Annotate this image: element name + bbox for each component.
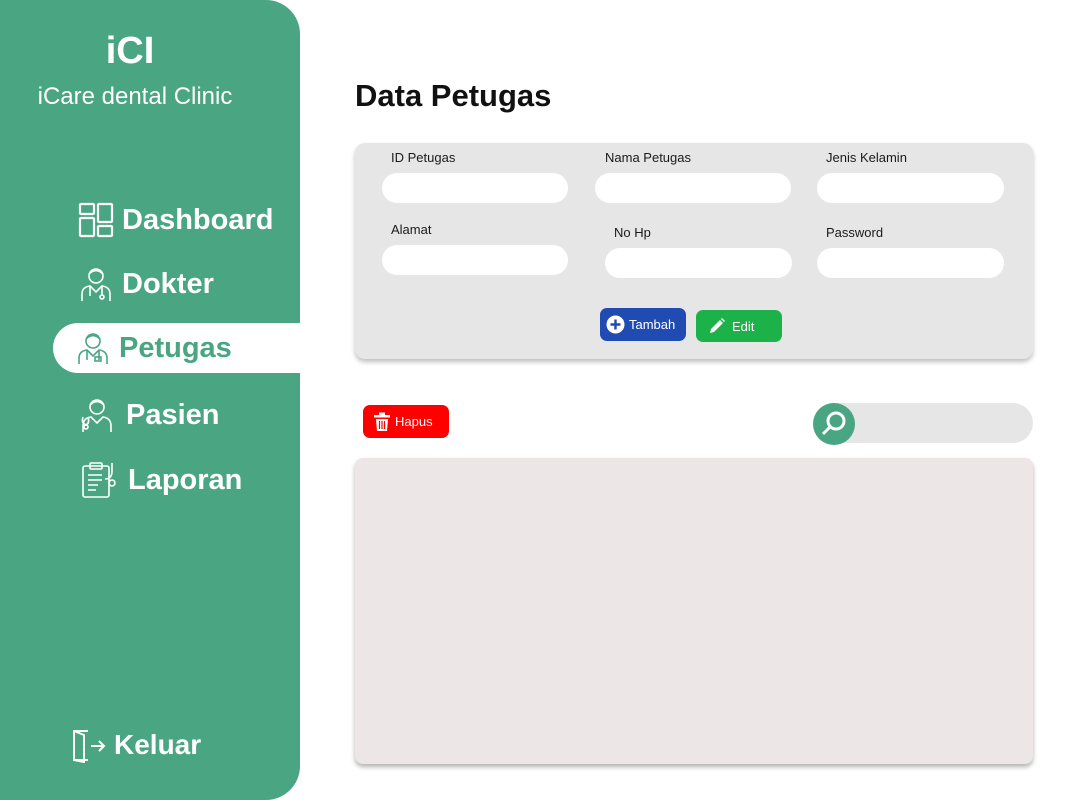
logout-label: Keluar xyxy=(114,729,202,760)
jenis-kelamin-label: Jenis Kelamin xyxy=(826,150,907,165)
sidebar: iCI iCare dental Clinic Dashboard Dokter… xyxy=(0,0,300,800)
sidebar-item-label: Dashboard xyxy=(122,203,274,236)
sidebar-item-label: Petugas xyxy=(119,331,232,364)
logout-door-icon xyxy=(70,727,106,763)
staff-form-card: ID Petugas Nama Petugas Jenis Kelamin Al… xyxy=(355,143,1033,359)
sidebar-item-dashboard[interactable]: Dashboard xyxy=(78,202,273,238)
trash-icon xyxy=(373,412,391,432)
doctor-icon xyxy=(78,266,114,302)
password-input[interactable] xyxy=(817,248,1004,278)
search-icon xyxy=(820,410,848,438)
hapus-button[interactable]: Hapus xyxy=(363,405,449,438)
sidebar-item-dokter[interactable]: Dokter xyxy=(78,266,214,302)
dashboard-grid-icon xyxy=(78,202,114,238)
id-petugas-input[interactable] xyxy=(382,173,568,203)
password-label: Password xyxy=(826,225,884,240)
plus-circle-icon xyxy=(606,315,625,334)
logout-button[interactable]: Keluar xyxy=(70,727,201,763)
tambah-button[interactable]: Tambah xyxy=(600,308,686,341)
alamat-input[interactable] xyxy=(382,245,568,275)
brand-name: iCare dental Clinic xyxy=(37,83,233,110)
sidebar-item-label: Pasien xyxy=(126,398,220,431)
tambah-label: Tambah xyxy=(629,317,676,332)
staff-data-table[interactable] xyxy=(355,458,1033,764)
hapus-label: Hapus xyxy=(395,414,433,429)
edit-label: Edit xyxy=(732,318,755,334)
alamat-label: Alamat xyxy=(391,222,432,237)
search-button[interactable] xyxy=(813,403,855,445)
nama-petugas-input[interactable] xyxy=(595,173,791,203)
pencil-icon xyxy=(708,317,726,335)
id-petugas-label: ID Petugas xyxy=(391,150,456,165)
report-clipboard-icon xyxy=(80,462,120,498)
sidebar-item-laporan[interactable]: Laporan xyxy=(80,462,242,498)
brand-logo: iCI xyxy=(105,30,155,72)
sidebar-item-petugas[interactable]: Petugas xyxy=(53,323,300,373)
jenis-kelamin-input[interactable] xyxy=(817,173,1004,203)
sidebar-item-pasien[interactable]: Pasien xyxy=(78,397,220,433)
edit-button[interactable]: Edit xyxy=(696,310,782,342)
app-root: iCI iCare dental Clinic Dashboard Dokter… xyxy=(0,0,1080,800)
nama-petugas-label: Nama Petugas xyxy=(605,150,691,165)
no-hp-input[interactable] xyxy=(605,248,792,278)
sidebar-item-label: Laporan xyxy=(128,463,243,496)
sidebar-item-label: Dokter xyxy=(122,267,214,300)
page-title: Data Petugas xyxy=(355,78,552,113)
patient-icon xyxy=(78,397,114,433)
search-input[interactable] xyxy=(859,409,1024,437)
no-hp-label: No Hp xyxy=(614,225,651,240)
staff-icon xyxy=(75,330,111,366)
search-bar xyxy=(813,403,1033,445)
